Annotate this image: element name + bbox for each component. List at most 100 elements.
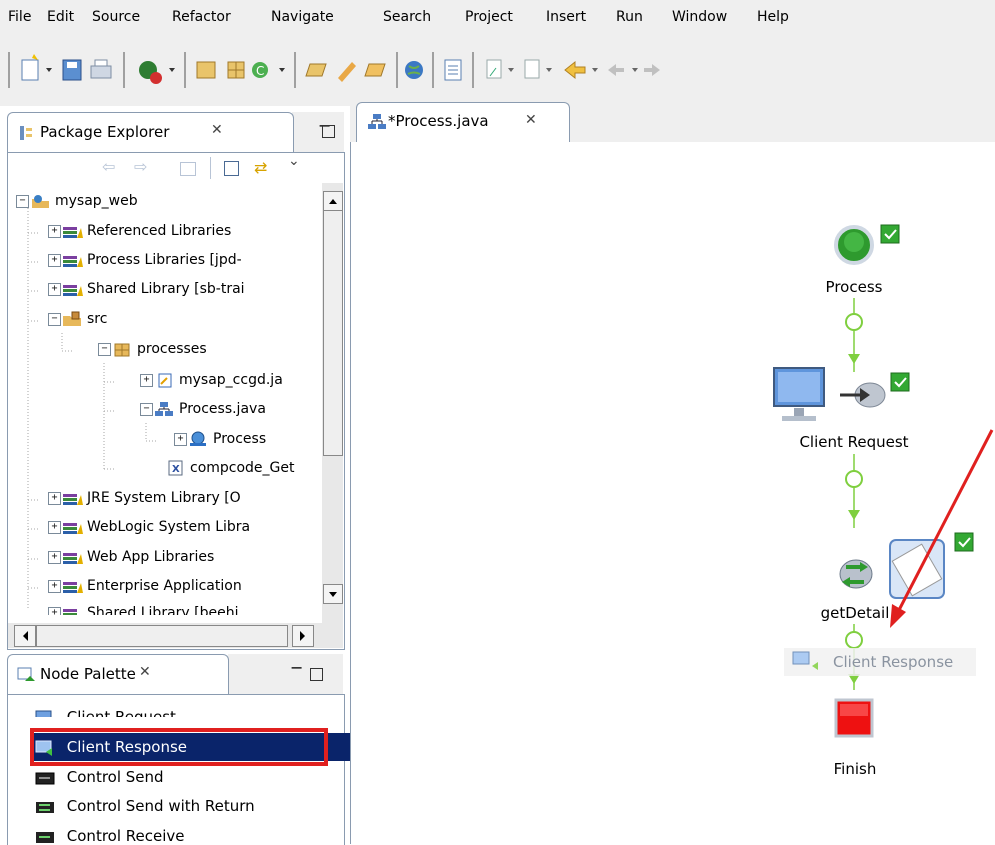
tree-item-mysap-web[interactable]: − mysap_web: [16, 187, 138, 215]
node-palette-tabstrip: −: [228, 654, 343, 694]
tree-item-referenced-libraries[interactable]: + Referenced Libraries: [48, 217, 231, 245]
forward-arrow-icon[interactable]: ⇨: [134, 157, 147, 176]
close-icon[interactable]: ✕: [139, 664, 151, 680]
expand-toggle[interactable]: +: [140, 373, 153, 387]
tree-item-mysap-ccgd[interactable]: + mysap_ccgd.ja: [140, 366, 283, 394]
restore-icon[interactable]: [310, 668, 323, 681]
connector-node-3: [845, 631, 863, 649]
editor-tab-title: *Process.java: [388, 112, 489, 130]
library-icon: [63, 256, 83, 267]
start-node-label[interactable]: Process: [799, 278, 909, 296]
back-arrow-icon[interactable]: ⇦: [102, 157, 115, 176]
project-icon: [32, 195, 49, 208]
tree-item-web-app-libraries[interactable]: + Web App Libraries: [48, 543, 214, 571]
tree-item-processes[interactable]: − processes: [98, 335, 207, 363]
horizontal-scrollbar[interactable]: [8, 623, 343, 648]
collapse-toggle[interactable]: −: [140, 402, 153, 416]
close-icon[interactable]: ✕: [211, 122, 223, 138]
scroll-down-button[interactable]: [323, 584, 343, 604]
finish-node-label[interactable]: Finish: [800, 760, 910, 778]
expand-toggle[interactable]: +: [48, 253, 61, 267]
process-class-icon: [190, 431, 206, 446]
connector-node-1: [845, 313, 863, 331]
menu-search[interactable]: Search: [383, 9, 431, 25]
menu-insert[interactable]: Insert: [546, 9, 586, 25]
tree-item-enterprise-application[interactable]: + Enterprise Application: [48, 572, 242, 600]
flow-arrow-1: [848, 354, 860, 364]
vertical-scroll-thumb[interactable]: [323, 210, 343, 456]
expand-toggle[interactable]: +: [48, 282, 61, 296]
client-request-icon: [35, 710, 52, 717]
expand-toggle[interactable]: +: [174, 432, 187, 446]
palette-item-control-send-with-return[interactable]: Control Send with Return: [34, 792, 350, 820]
menu-source[interactable]: Source: [92, 9, 140, 25]
editor-tab-process-java[interactable]: *Process.java ✕: [356, 102, 570, 144]
horizontal-scroll-thumb[interactable]: [36, 625, 288, 647]
tree-item-shared-library-beehive[interactable]: + Shared Library [beehi: [48, 599, 238, 615]
palette-item-client-request[interactable]: Client Request: [34, 703, 350, 717]
client-request-node-icon: [773, 367, 886, 421]
home-icon[interactable]: [180, 162, 196, 176]
collapse-toggle[interactable]: −: [98, 342, 111, 356]
node-palette-title: Node Palette: [40, 665, 136, 683]
expand-toggle[interactable]: +: [48, 491, 61, 505]
view-toolbar-separator: [210, 157, 211, 179]
expand-toggle[interactable]: +: [48, 520, 61, 534]
get-detail-node-label[interactable]: getDetail: [800, 604, 910, 622]
process-file-icon: [368, 114, 386, 129]
drag-preview-label: Client Response: [833, 653, 954, 671]
collapse-toggle[interactable]: −: [48, 312, 61, 326]
palette-item-control-send[interactable]: Control Send: [34, 763, 350, 791]
palette-item-control-receive[interactable]: Control Receive: [34, 822, 350, 844]
maximize-icon[interactable]: [322, 125, 335, 138]
expand-toggle[interactable]: +: [48, 224, 61, 238]
client-request-node-label[interactable]: Client Request: [779, 433, 929, 451]
node-palette-tab[interactable]: Node Palette ✕: [7, 654, 229, 695]
expand-toggle[interactable]: +: [48, 579, 61, 593]
minimize-icon[interactable]: −: [290, 658, 303, 677]
highlight-box: [30, 728, 328, 766]
menu-help[interactable]: Help: [757, 9, 789, 25]
collapse-toggle[interactable]: −: [16, 194, 29, 208]
expand-toggle[interactable]: +: [48, 550, 61, 564]
scroll-left-button[interactable]: [14, 625, 36, 647]
tree-item-process-libraries[interactable]: + Process Libraries [jpd-: [48, 246, 242, 274]
xml-file-icon: X: [168, 460, 183, 476]
tree-item-compcode-get[interactable]: Xcompcode_Get: [164, 454, 295, 482]
library-icon: [63, 494, 83, 505]
scroll-up-button[interactable]: [323, 191, 343, 211]
checkmark-icon: [954, 532, 974, 552]
vertical-scrollbar[interactable]: [322, 183, 343, 623]
scroll-right-button[interactable]: [292, 625, 314, 647]
menu-refactor[interactable]: Refactor: [172, 9, 231, 25]
menu-navigate[interactable]: Navigate: [271, 9, 334, 25]
link-with-editor-icon[interactable]: ⇄: [254, 158, 267, 177]
process-file-icon: [155, 402, 173, 416]
view-menu-icon[interactable]: ⌄: [288, 153, 300, 169]
control-send-icon: [35, 772, 55, 784]
tree-item-shared-library-sb[interactable]: + Shared Library [sb-trai: [48, 275, 245, 303]
menu-bar: File Edit Source Refactor Navigate Searc…: [0, 0, 995, 36]
close-icon[interactable]: ✕: [525, 112, 537, 128]
menu-edit[interactable]: Edit: [47, 9, 74, 25]
finish-node-icon: [834, 698, 874, 738]
connector-node-2: [845, 470, 863, 488]
package-explorer-view-toolbar: ⇦ ⇨ ⇄ ⌄: [8, 153, 344, 183]
package-explorer-tab[interactable]: Package Explorer ✕: [7, 112, 294, 153]
package-icon: [114, 343, 130, 357]
expand-toggle[interactable]: +: [48, 606, 61, 615]
collapse-all-icon[interactable]: [224, 161, 239, 176]
package-explorer-tree: − mysap_web + Referenced Libraries + Proces…: [8, 183, 322, 623]
toolbar: [0, 36, 995, 106]
menu-run[interactable]: Run: [616, 9, 643, 25]
tree-item-weblogic-system-library[interactable]: + WebLogic System Libra: [48, 513, 250, 541]
menu-file[interactable]: File: [8, 9, 31, 25]
menu-project[interactable]: Project: [465, 9, 513, 25]
tree-item-jre-system-library[interactable]: + JRE System Library [O: [48, 484, 241, 512]
tree-item-process-java[interactable]: − Process.java: [140, 395, 266, 423]
menu-window[interactable]: Window: [672, 9, 727, 25]
checkmark-icon: [890, 372, 910, 392]
tree-item-process[interactable]: + Process: [174, 425, 266, 453]
tree-item-src[interactable]: − src: [48, 305, 107, 333]
library-icon: [63, 523, 83, 534]
